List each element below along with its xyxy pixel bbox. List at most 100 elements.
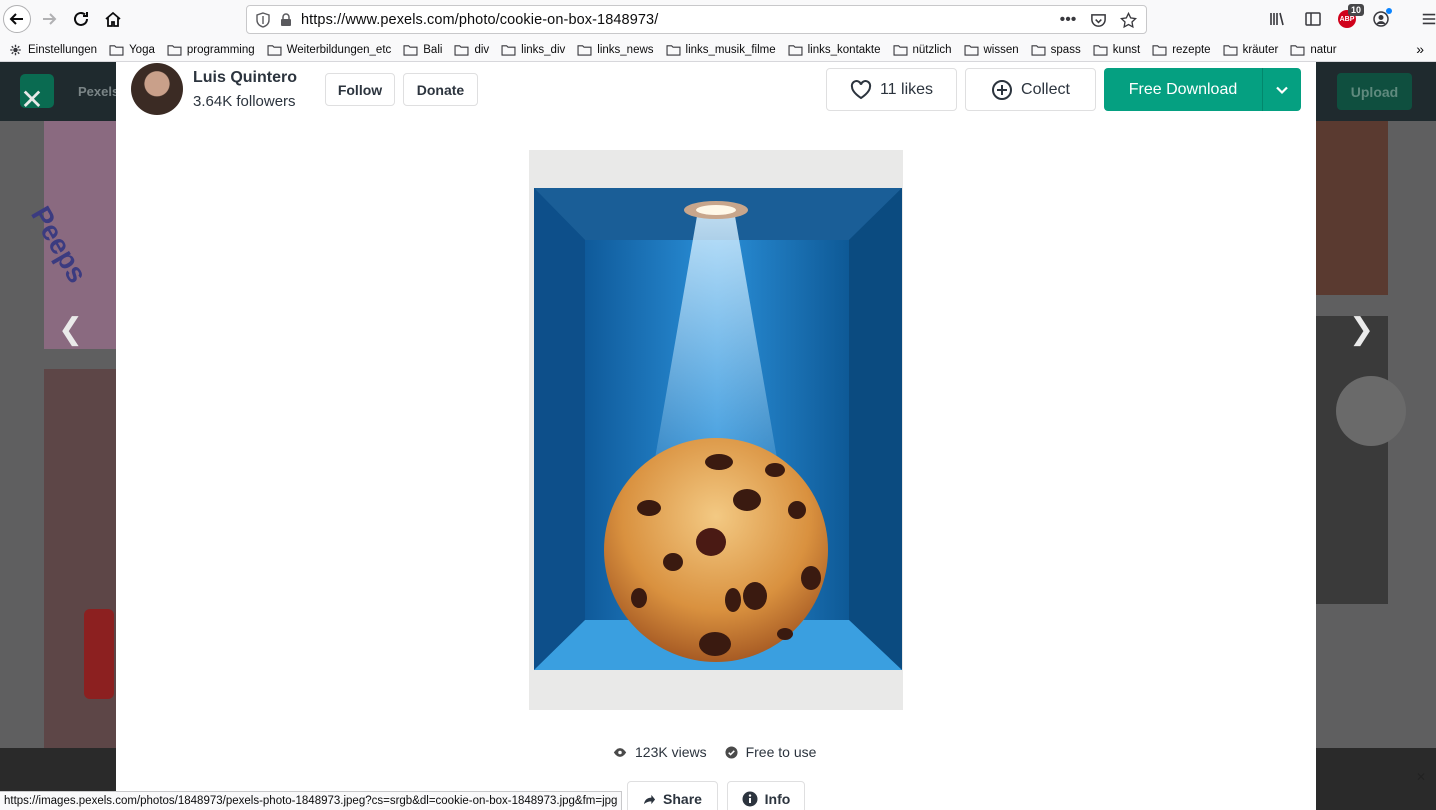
views-stat: 123K views: [613, 744, 707, 760]
bookmark-label: Einstellungen: [28, 43, 98, 56]
folder-icon: [109, 44, 124, 56]
bookmark-folder[interactable]: kunst: [1093, 43, 1141, 56]
sidebar-icon[interactable]: [1302, 8, 1324, 30]
arrow-right-icon: [43, 13, 57, 25]
download-options-button[interactable]: [1263, 68, 1301, 111]
eye-icon: [613, 747, 627, 757]
bookmark-folder[interactable]: Weiterbildungen_etc: [267, 44, 391, 56]
main-photo[interactable]: [529, 150, 903, 710]
share-label: Share: [663, 791, 702, 807]
folder-icon: [1152, 44, 1167, 56]
bookmark-label: wissen: [983, 43, 1019, 56]
bookmark-label: links_musik_filme: [685, 43, 776, 56]
adblock-label: ABP: [1339, 15, 1355, 23]
bookmark-label: links_news: [597, 43, 654, 56]
folder-icon: [501, 44, 516, 56]
bookmark-item[interactable]: Einstellungen: [8, 44, 97, 56]
author-name[interactable]: Luis Quintero: [193, 69, 297, 87]
folder-icon: [1223, 44, 1238, 56]
bookmark-folder[interactable]: Bali: [403, 44, 442, 56]
gear-icon: [10, 44, 21, 55]
bookmark-folder[interactable]: nützlich: [892, 43, 952, 56]
bookmark-folder[interactable]: rezepte: [1152, 43, 1211, 56]
bookmark-folder[interactable]: kräuter: [1223, 44, 1278, 56]
folder-icon: [963, 44, 979, 56]
bookmark-label: programming: [186, 43, 255, 56]
reload-icon: [74, 11, 88, 26]
free-download-button[interactable]: Free Download: [1104, 68, 1263, 111]
license-stat: Free to use: [725, 744, 816, 760]
folder-icon: [1290, 44, 1305, 56]
close-modal-icon[interactable]: ✕: [18, 86, 46, 114]
check-circle-icon: [725, 745, 738, 759]
bookmark-folder[interactable]: spass: [1031, 44, 1081, 56]
pocket-icon[interactable]: [1088, 10, 1108, 30]
gallery-thumbnail: [1316, 316, 1406, 604]
folder-icon: [403, 44, 418, 56]
share-button[interactable]: Share: [627, 781, 718, 810]
library-icon[interactable]: [1266, 8, 1288, 30]
back-button[interactable]: [3, 5, 31, 33]
home-button[interactable]: [100, 6, 126, 32]
info-button[interactable]: Info: [727, 781, 805, 810]
bookmark-folder[interactable]: Yoga: [109, 44, 155, 56]
folder-icon: [267, 44, 282, 56]
bookmark-label: div: [474, 43, 490, 56]
photo-stats: 123K views Free to use: [613, 744, 816, 760]
bookmark-folder[interactable]: links_kontakte: [788, 44, 881, 56]
previous-photo-icon[interactable]: ❮: [58, 312, 83, 347]
brand-name: Pexels: [78, 84, 120, 99]
share-arrow-icon: [643, 794, 656, 804]
bookmark-label: links_kontakte: [807, 43, 881, 56]
account-icon[interactable]: [1370, 8, 1392, 30]
bookmark-label: rezepte: [1172, 43, 1211, 56]
tracking-shield-icon[interactable]: [255, 11, 271, 28]
donate-button[interactable]: Donate: [403, 73, 478, 106]
bookmarks-toolbar: Einstellungen Yoga programming Weiterbil…: [0, 38, 1436, 62]
info-label: Info: [764, 791, 791, 807]
avatar[interactable]: [131, 63, 183, 115]
bookmarks-overflow-icon[interactable]: »: [1416, 41, 1424, 57]
bookmark-folder[interactable]: links_div: [501, 44, 565, 56]
views-count: 123K views: [635, 744, 707, 760]
hamburger-menu-icon[interactable]: [1418, 8, 1436, 30]
collect-label: Collect: [1021, 80, 1070, 98]
url-actions: •••: [1058, 10, 1138, 30]
reload-button[interactable]: [68, 6, 94, 32]
bookmark-label: spass: [1050, 43, 1081, 56]
upload-button: Upload: [1337, 73, 1412, 110]
bookmark-folder[interactable]: programming: [167, 44, 255, 56]
toolbar-right: ABP 10: [1266, 4, 1436, 30]
folder-icon: [577, 44, 592, 56]
bookmark-folder[interactable]: wissen: [963, 43, 1019, 56]
gallery-thumbnail: [44, 369, 116, 749]
lock-icon[interactable]: [279, 12, 293, 27]
page-actions-icon[interactable]: •••: [1058, 10, 1078, 30]
follow-button[interactable]: Follow: [325, 73, 395, 106]
dismiss-icon[interactable]: ✕: [1416, 770, 1426, 784]
forward-button[interactable]: [36, 6, 62, 32]
download-button-group: Free Download: [1104, 68, 1301, 111]
bookmark-label: nützlich: [912, 43, 952, 56]
home-icon: [105, 11, 121, 27]
adblock-plus-icon[interactable]: ABP 10: [1338, 4, 1364, 28]
folder-icon: [1031, 44, 1046, 56]
address-bar[interactable]: https://www.pexels.com/photo/cookie-on-b…: [246, 5, 1147, 34]
bookmark-folder[interactable]: natur: [1290, 44, 1337, 56]
notification-dot: [1386, 8, 1392, 14]
like-button[interactable]: 11 likes: [826, 68, 957, 111]
bookmark-folder[interactable]: div: [454, 44, 489, 56]
bookmark-folder[interactable]: links_musik_filme: [666, 44, 776, 56]
heart-icon: [850, 79, 872, 99]
bookmark-folder[interactable]: links_news: [577, 43, 654, 56]
url-text[interactable]: https://www.pexels.com/photo/cookie-on-b…: [301, 12, 658, 28]
collect-button[interactable]: Collect: [965, 68, 1096, 111]
gallery-thumbnail: [1316, 121, 1388, 295]
folder-icon: [167, 44, 182, 56]
folder-icon: [454, 44, 469, 56]
bookmark-star-icon[interactable]: [1118, 10, 1138, 30]
folder-icon: [666, 44, 681, 56]
bookmark-label: Yoga: [129, 43, 155, 56]
next-photo-icon[interactable]: ❯: [1349, 312, 1374, 347]
bookmark-label: kunst: [1112, 43, 1141, 56]
